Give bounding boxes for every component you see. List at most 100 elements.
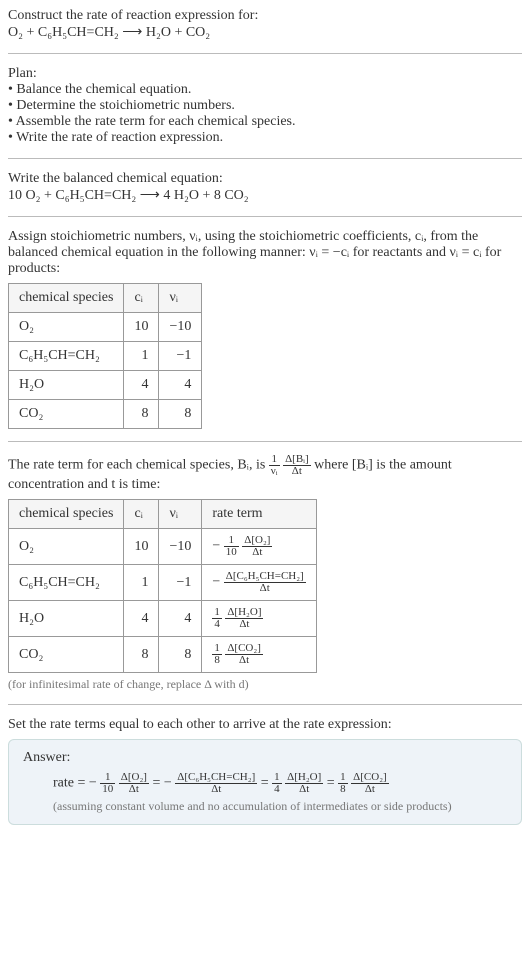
frac-den: Δt — [119, 784, 149, 795]
cell-c: 4 — [124, 371, 159, 400]
cell-v: −10 — [159, 529, 202, 565]
cell-species: H₂O — [9, 601, 124, 637]
plan-item: • Determine the stoichiometric numbers. — [8, 98, 522, 114]
table-row: C₆H₅CH=CH₂ 1 −1 — [9, 342, 202, 371]
frac-den: Δt — [224, 583, 306, 594]
frac-den: Δt — [283, 466, 311, 477]
cell-rate: 14 Δ[H₂O]Δt — [202, 601, 316, 637]
frac-den: Δt — [175, 784, 257, 795]
frac-den: 8 — [212, 655, 222, 666]
frac-den: Δt — [351, 784, 389, 795]
frac-delta: Δ[O₂]Δt — [119, 772, 149, 795]
frac-den: νᵢ — [269, 466, 280, 477]
plan-item: • Write the rate of reaction expression. — [8, 130, 522, 146]
cell-species: C₆H₅CH=CH₂ — [9, 342, 124, 371]
sign: − — [212, 539, 220, 554]
eq: = — [327, 776, 338, 791]
rate-expression: rate = − 110 Δ[O₂]Δt = − Δ[C₆H₅CH=CH₂]Δt… — [53, 772, 507, 795]
frac-delta: Δ[H₂O]Δt — [285, 772, 323, 795]
rate-prefix: rate = — [53, 776, 89, 791]
cell-v: 8 — [159, 400, 202, 429]
cell-c: 8 — [124, 637, 159, 673]
frac-den: Δt — [242, 547, 272, 558]
table-row: O₂ 10 −10 — [9, 313, 202, 342]
cell-c: 1 — [124, 342, 159, 371]
sign: − — [212, 575, 220, 590]
plan-item: • Balance the chemical equation. — [8, 82, 522, 98]
col-c: cᵢ — [124, 500, 159, 529]
cell-species: C₆H₅CH=CH₂ — [9, 565, 124, 601]
cell-species: CO₂ — [9, 637, 124, 673]
col-species: chemical species — [9, 284, 124, 313]
answer-box: Answer: rate = − 110 Δ[O₂]Δt = − Δ[C₆H₅C… — [8, 739, 522, 825]
frac-den: 10 — [100, 784, 115, 795]
table-header-row: chemical species cᵢ νᵢ — [9, 284, 202, 313]
frac-delta: Δ[Bᵢ] Δt — [283, 454, 311, 477]
cell-v: 8 — [159, 637, 202, 673]
divider — [8, 53, 522, 54]
frac-delta: Δ[C₆H₅CH=CH₂]Δt — [175, 772, 257, 795]
sign: − — [164, 776, 172, 791]
answer-label: Answer: — [23, 750, 507, 766]
frac-den: Δt — [225, 655, 263, 666]
cell-v: 4 — [159, 601, 202, 637]
rateterm-section: The rate term for each chemical species,… — [8, 454, 522, 692]
frac-delta: Δ[CO₂]Δt — [351, 772, 389, 795]
cell-species: H₂O — [9, 371, 124, 400]
sign: − — [89, 776, 97, 791]
table-row: H₂O 4 4 14 Δ[H₂O]Δt — [9, 601, 317, 637]
col-v: νᵢ — [159, 500, 202, 529]
col-c: cᵢ — [124, 284, 159, 313]
final-section: Set the rate terms equal to each other t… — [8, 717, 522, 825]
frac-delta: Δ[CO₂]Δt — [225, 643, 263, 666]
frac-coef: 1 νᵢ — [269, 454, 280, 477]
cell-c: 4 — [124, 601, 159, 637]
eq: = — [261, 776, 272, 791]
divider — [8, 216, 522, 217]
plan-section: Plan: • Balance the chemical equation. •… — [8, 66, 522, 146]
answer-note: (assuming constant volume and no accumul… — [53, 799, 507, 814]
frac-delta: Δ[O₂]Δt — [242, 535, 272, 558]
frac-den: 4 — [212, 619, 222, 630]
balanced-section: Write the balanced chemical equation: 10… — [8, 171, 522, 204]
cell-c: 1 — [124, 565, 159, 601]
cell-rate: − 110 Δ[O₂]Δt — [202, 529, 316, 565]
cell-c: 10 — [124, 529, 159, 565]
cell-v: 4 — [159, 371, 202, 400]
frac-den: 10 — [224, 547, 239, 558]
frac-den: 4 — [272, 784, 282, 795]
cell-rate: − Δ[C₆H₅CH=CH₂]Δt — [202, 565, 316, 601]
stoich-intro: Assign stoichiometric numbers, νᵢ, using… — [8, 229, 522, 277]
frac-coef: 14 — [272, 772, 282, 795]
table-row: H₂O 4 4 — [9, 371, 202, 400]
rateterm-table: chemical species cᵢ νᵢ rate term O₂ 10 −… — [8, 499, 317, 673]
plan-title: Plan: — [8, 66, 522, 82]
table-row: CO₂ 8 8 — [9, 400, 202, 429]
table-row: CO₂ 8 8 18 Δ[CO₂]Δt — [9, 637, 317, 673]
frac-delta: Δ[H₂O]Δt — [225, 607, 263, 630]
header-section: Construct the rate of reaction expressio… — [8, 8, 522, 41]
table-row: C₆H₅CH=CH₂ 1 −1 − Δ[C₆H₅CH=CH₂]Δt — [9, 565, 317, 601]
frac-coef: 18 — [212, 643, 222, 666]
frac-coef: 18 — [338, 772, 348, 795]
frac-coef: 14 — [212, 607, 222, 630]
col-v: νᵢ — [159, 284, 202, 313]
intro-pre: The rate term for each chemical species,… — [8, 458, 269, 473]
divider — [8, 704, 522, 705]
rateterm-intro: The rate term for each chemical species,… — [8, 454, 522, 493]
frac-den: 8 — [338, 784, 348, 795]
eq: = — [152, 776, 163, 791]
divider — [8, 441, 522, 442]
balanced-title: Write the balanced chemical equation: — [8, 171, 522, 187]
final-title: Set the rate terms equal to each other t… — [8, 717, 522, 733]
col-rate: rate term — [202, 500, 316, 529]
col-species: chemical species — [9, 500, 124, 529]
cell-v: −10 — [159, 313, 202, 342]
divider — [8, 158, 522, 159]
cell-species: O₂ — [9, 313, 124, 342]
frac-delta: Δ[C₆H₅CH=CH₂]Δt — [224, 571, 306, 594]
table-header-row: chemical species cᵢ νᵢ rate term — [9, 500, 317, 529]
frac-coef: 110 — [224, 535, 239, 558]
cell-species: O₂ — [9, 529, 124, 565]
unbalanced-equation: O₂ + C₆H₅CH=CH₂ ⟶ H₂O + CO₂ — [8, 24, 522, 41]
